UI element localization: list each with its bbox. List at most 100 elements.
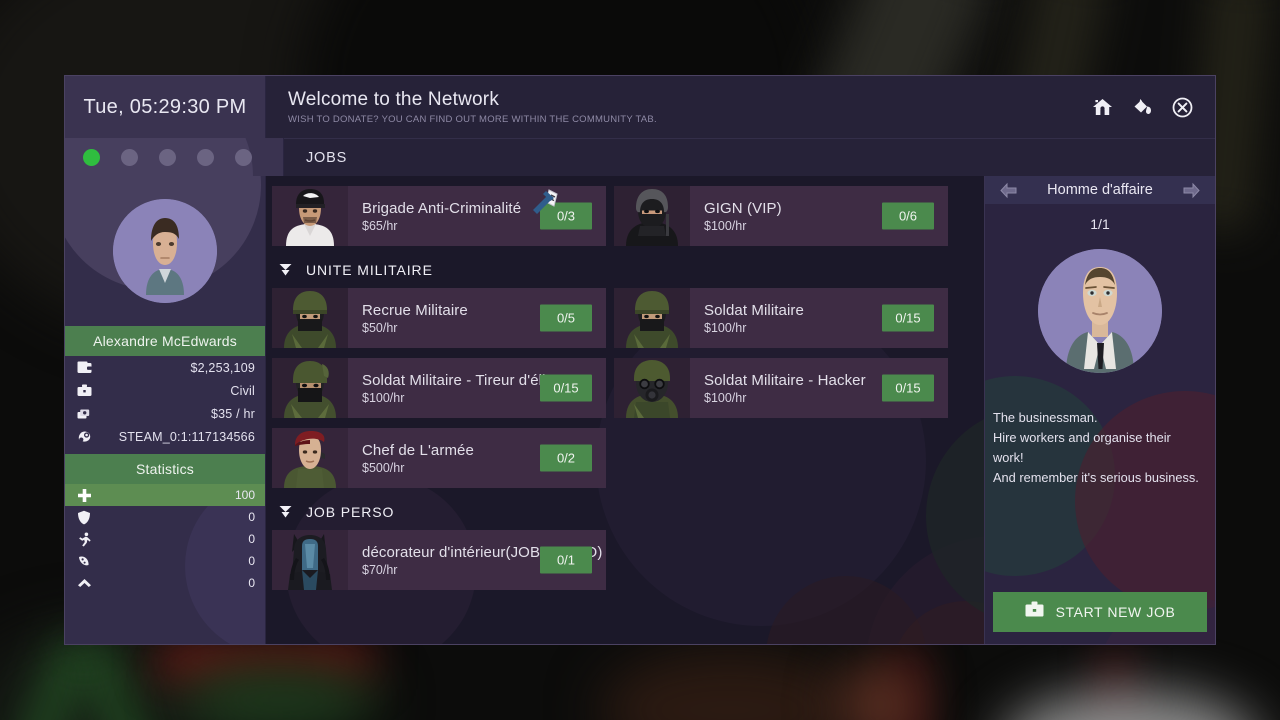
stat-value-rank: 0 <box>248 576 255 590</box>
detail-portrait-wrap <box>985 236 1215 386</box>
player-avatar-wrap <box>65 176 265 326</box>
job-thumbnail <box>272 530 348 590</box>
detail-description-line-4: And remember it's serious business. <box>993 470 1199 485</box>
briefcase-icon <box>77 384 97 397</box>
health-cross-icon <box>77 488 97 503</box>
chevron-down-icon <box>278 505 293 519</box>
job-section-label: UNITE MILITAIRE <box>306 262 433 278</box>
job-grid: décorateur d'intérieur(JOB PERSO) $70/hr… <box>272 530 984 600</box>
job-card[interactable]: Recrue Militaire $50/hr 0/5 <box>272 288 606 348</box>
detail-description-line-2: Hire workers and organise their <box>993 430 1171 445</box>
home-icon[interactable] <box>1091 96 1113 118</box>
detail-title: Homme d'affaire <box>1047 182 1153 198</box>
tab-jobs-label: JOBS <box>306 149 348 166</box>
stat-row-armor: 0 <box>65 506 265 528</box>
status-dot-2[interactable] <box>121 148 138 166</box>
network-window: Tue, 05:29:30 PM Welcome to the Network … <box>64 75 1216 645</box>
job-section-label: JOB PERSO <box>306 504 395 520</box>
window-topbar: Tue, 05:29:30 PM Welcome to the Network … <box>65 76 1215 138</box>
job-card[interactable]: Soldat Militaire - Tireur d'élite $100/h… <box>272 358 606 418</box>
arrow-left-icon[interactable] <box>999 182 1018 199</box>
job-thumbnail <box>614 358 690 418</box>
job-name: Soldat Militaire - Hacker <box>704 371 866 389</box>
job-pay: $65/hr <box>362 218 398 233</box>
page-title: Welcome to the Network <box>288 88 500 110</box>
job-name: Recrue Militaire <box>362 301 468 319</box>
wallet-icon <box>77 361 97 374</box>
job-grid: Recrue Militaire $50/hr 0/5 Soldat Milit… <box>272 288 984 498</box>
job-name: Brigade Anti-Criminalité <box>362 199 522 217</box>
job-pay: $100/hr <box>362 390 405 405</box>
businessman-portrait <box>1038 249 1162 373</box>
job-pay: $100/hr <box>704 218 747 233</box>
clock-cell: Tue, 05:29:30 PM <box>65 76 266 138</box>
job-name: Chef de L'armée <box>362 441 474 459</box>
player-name: Alexandre McEdwards <box>65 326 265 356</box>
job-card[interactable]: Brigade Anti-Criminalité $65/hr 0/3 <box>272 186 606 246</box>
start-new-job-button[interactable]: START NEW JOB <box>993 592 1207 632</box>
info-row-job: Civil <box>65 379 265 402</box>
job-pay: $100/hr <box>704 320 747 335</box>
job-name: GIGN (VIP) <box>704 199 782 217</box>
job-section-header[interactable]: JOB PERSO <box>272 498 984 530</box>
status-dots <box>65 138 284 176</box>
job-thumbnail <box>614 288 690 348</box>
job-slots-badge: 0/6 <box>882 202 934 230</box>
stat-row-stamina: 0 <box>65 528 265 550</box>
window-body: Alexandre McEdwards $2,253,109 Civil $35… <box>65 176 1215 644</box>
job-name: Soldat Militaire <box>704 301 804 319</box>
job-card[interactable]: GIGN (VIP) $100/hr 0/6 <box>614 186 948 246</box>
status-dot-1[interactable] <box>83 148 100 166</box>
job-card[interactable]: décorateur d'intérieur(JOB PERSO) $70/hr… <box>272 530 606 590</box>
stat-value-armor: 0 <box>248 510 255 524</box>
job-slots-badge: 0/2 <box>540 444 592 472</box>
job-card[interactable]: Soldat Militaire $100/hr 0/15 <box>614 288 948 348</box>
job-section-header[interactable]: UNITE MILITAIRE <box>272 256 984 288</box>
job-grid: Brigade Anti-Criminalité $65/hr 0/3 GIGN… <box>272 186 984 256</box>
job-slots-badge: 0/15 <box>882 374 934 402</box>
stat-row-health: 100 <box>65 484 265 506</box>
status-dot-4[interactable] <box>197 148 214 166</box>
arrow-right-icon[interactable] <box>1182 182 1201 199</box>
detail-nav: Homme d'affaire <box>985 176 1215 204</box>
job-thumbnail <box>272 186 348 246</box>
stat-row-rank: 0 <box>65 572 265 594</box>
page-subtitle: WISH TO DONATE? YOU CAN FIND OUT MORE WI… <box>288 114 657 126</box>
info-value-steamid: STEAM_0:1:117134566 <box>118 429 255 444</box>
statistics-header: Statistics <box>65 454 265 484</box>
job-slots-badge: 0/1 <box>540 546 592 574</box>
clock-text: Tue, 05:29:30 PM <box>83 95 247 118</box>
paint-bucket-icon[interactable] <box>1131 96 1153 118</box>
money-stack-icon <box>77 407 97 420</box>
steam-icon <box>77 430 97 443</box>
detail-description: The businessman. Hire workers and organi… <box>985 386 1215 488</box>
info-value-money: $2,253,109 <box>190 360 255 375</box>
close-icon[interactable] <box>1171 96 1193 118</box>
avatar <box>113 199 217 303</box>
job-slots-badge: 0/5 <box>540 304 592 332</box>
stat-value-stamina: 0 <box>248 532 255 546</box>
job-slots-badge: 0/15 <box>540 374 592 402</box>
status-dot-5[interactable] <box>235 148 252 166</box>
status-dot-3[interactable] <box>159 148 176 166</box>
job-card[interactable]: Soldat Militaire - Hacker $100/hr 0/15 <box>614 358 948 418</box>
chevron-down-icon <box>278 263 293 277</box>
job-pay: $50/hr <box>362 320 398 335</box>
rank-chevron-icon <box>77 577 97 589</box>
job-list: Brigade Anti-Criminalité $65/hr 0/3 GIGN… <box>266 176 984 600</box>
detail-description-line-3: work! <box>993 450 1024 465</box>
info-value-job: Civil <box>230 383 255 398</box>
stat-row-hunger: 0 <box>65 550 265 572</box>
window-title-bar: Welcome to the Network WISH TO DONATE? Y… <box>266 76 1215 138</box>
stat-value-health: 100 <box>234 488 255 502</box>
job-pay: $500/hr <box>362 460 405 475</box>
stat-value-hunger: 0 <box>248 554 255 568</box>
info-row-money: $2,253,109 <box>65 356 265 379</box>
shield-icon <box>77 510 97 525</box>
window-subbar: JOBS <box>65 138 1215 176</box>
briefcase-icon <box>1025 601 1044 623</box>
job-slots-badge: 0/3 <box>540 202 592 230</box>
job-thumbnail <box>272 288 348 348</box>
tab-jobs[interactable]: JOBS <box>284 138 1215 176</box>
job-card[interactable]: Chef de L'armée $500/hr 0/2 <box>272 428 606 488</box>
